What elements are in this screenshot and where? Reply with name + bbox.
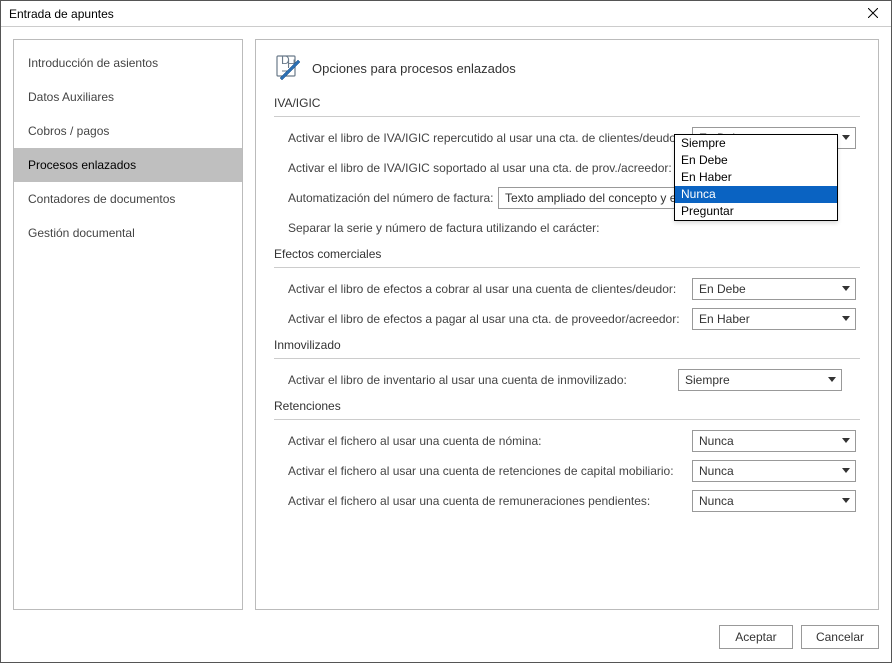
row-nomina: Activar el fichero al usar una cuenta de… <box>288 430 860 452</box>
label-iva-repercutido: Activar el libro de IVA/IGIC repercutido… <box>288 131 692 145</box>
sidebar-item-cobros-pagos[interactable]: Cobros / pagos <box>14 114 242 148</box>
chevron-down-icon <box>841 436 851 446</box>
window-title: Entrada de apuntes <box>9 7 855 21</box>
chevron-down-icon <box>841 496 851 506</box>
label-efectos-pagar: Activar el libro de efectos a pagar al u… <box>288 312 692 326</box>
label-iva-soportado: Activar el libro de IVA/IGIC soportado a… <box>288 161 692 175</box>
section-separator <box>274 358 860 359</box>
label-remuneraciones: Activar el fichero al usar una cuenta de… <box>288 494 692 508</box>
row-efectos-cobrar: Activar el libro de efectos a cobrar al … <box>288 278 860 300</box>
combo-efectos-pagar[interactable]: En Haber <box>692 308 856 330</box>
combo-remuneraciones[interactable]: Nunca <box>692 490 856 512</box>
section-separator <box>274 419 860 420</box>
close-button[interactable] <box>855 0 891 26</box>
combo-capital[interactable]: Nunca <box>692 460 856 482</box>
dialog-window: Entrada de apuntes Introducción de asien… <box>0 0 892 663</box>
section-title-iva: IVA/IGIC <box>274 96 860 114</box>
section-title-inmov: Inmovilizado <box>274 338 860 356</box>
chevron-down-icon <box>827 375 837 385</box>
dropdown-item-en-haber[interactable]: En Haber <box>675 169 837 186</box>
combo-value: Nunca <box>699 494 734 508</box>
section-title-efectos: Efectos comerciales <box>274 247 860 265</box>
dropdown-item-en-debe[interactable]: En Debe <box>675 152 837 169</box>
main-panel: D H Opciones para procesos enlazados IVA… <box>255 39 879 610</box>
row-remuneraciones: Activar el fichero al usar una cuenta de… <box>288 490 860 512</box>
row-capital: Activar el fichero al usar una cuenta de… <box>288 460 860 482</box>
chevron-down-icon <box>841 466 851 476</box>
combo-inventario[interactable]: Siempre <box>678 369 842 391</box>
dropdown-item-nunca[interactable]: Nunca <box>675 186 837 203</box>
sidebar: Introducción de asientos Datos Auxiliare… <box>13 39 243 610</box>
chevron-down-icon <box>841 284 851 294</box>
row-efectos-pagar: Activar el libro de efectos a pagar al u… <box>288 308 860 330</box>
combo-value: En Debe <box>699 282 746 296</box>
label-inventario: Activar el libro de inventario al usar u… <box>288 373 678 387</box>
sidebar-item-introduccion[interactable]: Introducción de asientos <box>14 46 242 80</box>
close-icon <box>868 8 878 18</box>
section-separator <box>274 267 860 268</box>
combo-value: Siempre <box>685 373 730 387</box>
sidebar-item-gestion-documental[interactable]: Gestión documental <box>14 216 242 250</box>
combo-value: En Haber <box>699 312 750 326</box>
cancel-button[interactable]: Cancelar <box>801 625 879 649</box>
label-nomina: Activar el fichero al usar una cuenta de… <box>288 434 692 448</box>
dialog-body: Introducción de asientos Datos Auxiliare… <box>1 27 891 622</box>
combo-efectos-cobrar[interactable]: En Debe <box>692 278 856 300</box>
page-header: D H Opciones para procesos enlazados <box>274 54 860 82</box>
titlebar: Entrada de apuntes <box>1 1 891 27</box>
textbox-value: Texto ampliado del concepto y en <box>505 191 683 205</box>
dropdown-item-preguntar[interactable]: Preguntar <box>675 203 837 220</box>
chevron-down-icon <box>841 133 851 143</box>
label-separar-serie: Separar la serie y número de factura uti… <box>288 221 692 235</box>
page-title: Opciones para procesos enlazados <box>312 61 516 76</box>
dropdown-item-siempre[interactable]: Siempre <box>675 135 837 152</box>
combo-nomina[interactable]: Nunca <box>692 430 856 452</box>
label-num-factura: Automatización del número de factura: <box>288 191 498 205</box>
dialog-footer: Aceptar Cancelar <box>1 622 891 662</box>
sidebar-item-datos-auxiliares[interactable]: Datos Auxiliares <box>14 80 242 114</box>
combo-value: Nunca <box>699 464 734 478</box>
chevron-down-icon <box>841 314 851 324</box>
page-icon: D H <box>274 54 302 82</box>
sidebar-item-contadores[interactable]: Contadores de documentos <box>14 182 242 216</box>
textbox-num-factura[interactable]: Texto ampliado del concepto y en <box>498 187 692 209</box>
accept-button[interactable]: Aceptar <box>719 625 793 649</box>
dropdown-list-iva[interactable]: Siempre En Debe En Haber Nunca Preguntar <box>674 134 838 221</box>
section-separator <box>274 116 860 117</box>
combo-value: Nunca <box>699 434 734 448</box>
sidebar-item-procesos-enlazados[interactable]: Procesos enlazados <box>14 148 242 182</box>
section-title-reten: Retenciones <box>274 399 860 417</box>
row-inventario: Activar el libro de inventario al usar u… <box>288 369 860 391</box>
label-capital: Activar el fichero al usar una cuenta de… <box>288 464 692 478</box>
notepad-pencil-icon: D H <box>274 54 302 82</box>
label-efectos-cobrar: Activar el libro de efectos a cobrar al … <box>288 282 692 296</box>
